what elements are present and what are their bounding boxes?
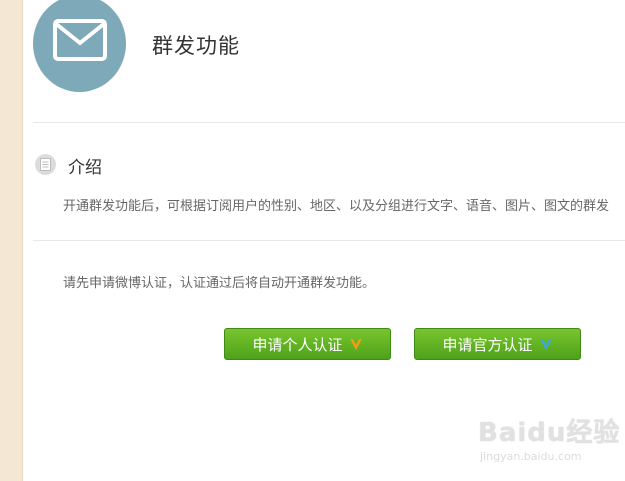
page-title: 群发功能 (152, 34, 240, 58)
orange-v-badge-icon (349, 330, 363, 362)
mail-icon (33, 0, 126, 92)
verification-notice: 请先申请微博认证，认证通过后将自动开通群发功能。 (63, 276, 376, 291)
baidu-jingyan-watermark: Baidu经验 jingyan.baidu.com (478, 412, 621, 468)
main-panel: 群发功能 介绍 开通群发功能后，可根据订阅用户的性别、地区、以及分组进行文字、语… (23, 0, 625, 481)
left-sidebar-strip (0, 0, 23, 481)
divider (33, 122, 625, 123)
apply-personal-verification-button[interactable]: 申请个人认证 (224, 328, 391, 360)
document-icon (35, 154, 56, 175)
watermark-logo: Baidu经验 (478, 418, 621, 448)
divider (33, 240, 625, 241)
intro-title: 介绍 (68, 158, 102, 178)
watermark-url: jingyan.baidu.com (480, 450, 582, 463)
button-label: 申请官方认证 (442, 336, 533, 354)
button-label: 申请个人认证 (252, 336, 343, 354)
apply-official-verification-button[interactable]: 申请官方认证 (414, 328, 581, 360)
intro-description: 开通群发功能后，可根据订阅用户的性别、地区、以及分组进行文字、语音、图片、图文的… (63, 199, 610, 214)
blue-v-badge-icon (539, 330, 553, 362)
